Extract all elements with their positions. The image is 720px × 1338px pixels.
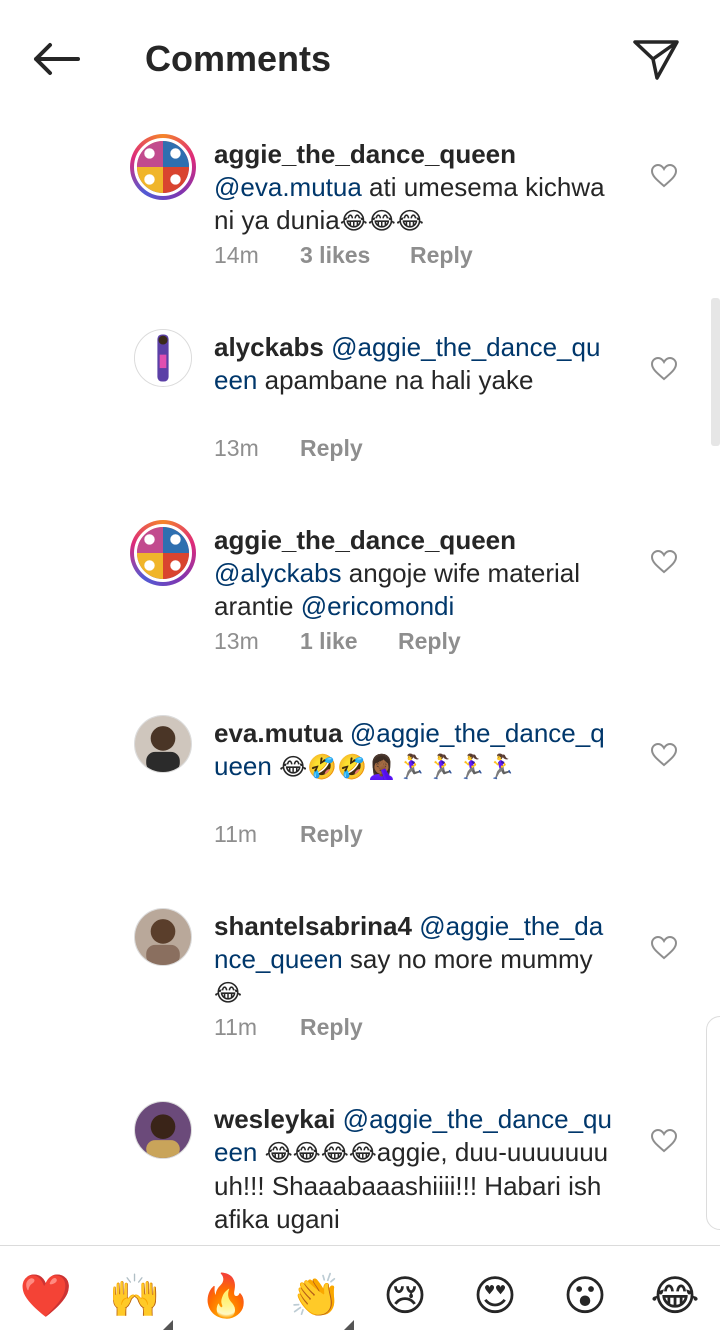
comment-item: aggie_the_dance_queen @alyckabs angoje w… xyxy=(0,514,720,707)
laughing-face-icon: 😂 xyxy=(650,1271,700,1320)
heart-icon xyxy=(651,936,677,960)
avatar[interactable] xyxy=(134,329,192,387)
heart-eyes-icon: 😍 xyxy=(473,1271,517,1320)
page-title: Comments xyxy=(145,38,332,79)
collage-avatar-image xyxy=(137,527,189,579)
comment-content: say no more mummy xyxy=(342,944,593,974)
heart-icon xyxy=(651,743,677,767)
comment-time: 11m xyxy=(214,821,258,847)
comments-list[interactable]: aggie_the_dance_queen @eva.mutua ati ume… xyxy=(0,118,720,1245)
variant-indicator xyxy=(163,1320,173,1330)
photo-avatar-image xyxy=(135,909,191,965)
comment-mention-secondary[interactable]: @ericomondi xyxy=(301,591,455,621)
comment-time: 11m xyxy=(214,1014,258,1040)
comment-content xyxy=(272,751,279,781)
variant-indicator xyxy=(344,1320,354,1330)
quick-reaction-bar: ❤️ 🙌 🔥 👏 😢 😍 😮 😂 xyxy=(0,1245,720,1338)
reply-button[interactable]: Reply xyxy=(410,242,473,269)
reply-button[interactable]: Reply xyxy=(398,628,461,655)
arrow-left-icon xyxy=(34,43,80,75)
comment-username[interactable]: alyckabs xyxy=(214,332,324,362)
heart-icon xyxy=(651,550,677,574)
comment-likes[interactable]: 1 like xyxy=(300,628,398,655)
comment-mention[interactable]: @eva.mutua xyxy=(214,172,362,202)
raised-hands-icon: 🙌 xyxy=(108,1271,162,1320)
reaction-crying-button[interactable]: 😢 xyxy=(375,1268,435,1324)
like-button[interactable] xyxy=(648,1125,680,1157)
heart-icon xyxy=(651,357,677,381)
comment-time: 13m xyxy=(214,435,259,461)
paper-plane-icon xyxy=(633,40,679,80)
reply-button[interactable]: Reply xyxy=(300,435,363,462)
comment-time: 14m xyxy=(214,242,259,268)
comment-username[interactable]: wesleykai xyxy=(214,1104,335,1134)
comment-likes[interactable]: 3 likes xyxy=(300,242,410,269)
reaction-raised-hands-button[interactable]: 🙌 xyxy=(105,1268,173,1330)
crying-face-icon: 😢 xyxy=(383,1271,427,1320)
heart-icon xyxy=(651,1129,677,1153)
comment-emojis: 😂😂😂😂 xyxy=(264,1139,377,1167)
like-button[interactable] xyxy=(648,546,680,578)
comment-item: shantelsabrina4 @aggie_the_dance_queen s… xyxy=(0,900,720,1093)
back-button[interactable] xyxy=(26,34,86,84)
photo-avatar-image xyxy=(135,716,191,772)
comment-text: wesleykai @aggie_the_dance_queen 😂😂😂😂agg… xyxy=(214,1103,614,1236)
reply-button[interactable]: Reply xyxy=(300,1014,363,1041)
comment-time: 13m xyxy=(214,628,259,654)
comment-meta: 14m 3 likes Reply xyxy=(214,242,473,269)
avatar[interactable] xyxy=(134,715,192,773)
comment-meta: 13m Reply xyxy=(214,435,363,462)
comment-item: aggie_the_dance_queen @eva.mutua ati ume… xyxy=(0,128,720,321)
comment-emojis: 😂 xyxy=(214,979,243,1007)
comment-item: eva.mutua @aggie_the_dance_queen 😂🤣🤣🤦🏾‍♀… xyxy=(0,707,720,900)
comment-content xyxy=(257,1137,264,1167)
top-bar: Comments xyxy=(0,0,720,118)
comment-content: apambane na hali yake xyxy=(257,365,534,395)
comment-text: aggie_the_dance_queen @eva.mutua ati ume… xyxy=(214,138,614,238)
reaction-fire-button[interactable]: 🔥 xyxy=(196,1268,256,1324)
comment-text: alyckabs @aggie_the_dance_queen apambane… xyxy=(214,331,614,397)
collage-avatar-image xyxy=(137,141,189,193)
comment-emojis: 😂😂😂 xyxy=(339,207,424,235)
comment-username[interactable]: aggie_the_dance_queen xyxy=(214,525,516,555)
comment-item: alyckabs @aggie_the_dance_queen apambane… xyxy=(0,321,720,514)
avatar[interactable] xyxy=(130,134,196,200)
surprised-face-icon: 😮 xyxy=(563,1271,607,1320)
reaction-heart-button[interactable]: ❤️ xyxy=(16,1268,76,1324)
comment-text: shantelsabrina4 @aggie_the_dance_queen s… xyxy=(214,910,614,1010)
comment-text: aggie_the_dance_queen @alyckabs angoje w… xyxy=(214,524,614,623)
comment-meta: 13m 1 like Reply xyxy=(214,628,461,655)
photo-avatar-image xyxy=(135,1102,191,1158)
reaction-clap-button[interactable]: 👏 xyxy=(286,1268,354,1330)
share-button[interactable] xyxy=(628,32,684,88)
avatar[interactable] xyxy=(134,908,192,966)
like-button[interactable] xyxy=(648,160,680,192)
comment-meta: 11m Reply xyxy=(214,821,363,848)
like-button[interactable] xyxy=(648,739,680,771)
reaction-heart-eyes-button[interactable]: 😍 xyxy=(465,1268,525,1324)
red-heart-icon: ❤️ xyxy=(19,1271,73,1320)
comment-username[interactable]: eva.mutua xyxy=(214,718,343,748)
heart-icon xyxy=(651,164,677,188)
comment-item: wesleykai @aggie_the_dance_queen 😂😂😂😂agg… xyxy=(0,1093,720,1245)
clapping-hands-icon: 👏 xyxy=(289,1271,343,1320)
reply-button[interactable]: Reply xyxy=(300,821,363,848)
scrollbar[interactable] xyxy=(711,298,720,446)
avatar[interactable] xyxy=(130,520,196,586)
avatar[interactable] xyxy=(134,1101,192,1159)
reaction-laugh-button[interactable]: 😂 xyxy=(645,1268,705,1324)
edge-panel-handle[interactable] xyxy=(706,1016,720,1230)
reaction-surprised-button[interactable]: 😮 xyxy=(555,1268,615,1324)
comment-username[interactable]: shantelsabrina4 xyxy=(214,911,412,941)
comment-text: eva.mutua @aggie_the_dance_queen 😂🤣🤣🤦🏾‍♀… xyxy=(214,717,614,784)
comment-meta: 11m Reply xyxy=(214,1014,363,1041)
like-button[interactable] xyxy=(648,353,680,385)
like-button[interactable] xyxy=(648,932,680,964)
comment-mention[interactable]: @alyckabs xyxy=(214,558,342,588)
comment-emojis: 😂🤣🤣🤦🏾‍♀️🏃‍♀️🏃‍♀️🏃‍♀️🏃‍♀️ xyxy=(279,753,517,781)
fire-icon: 🔥 xyxy=(199,1271,253,1320)
comment-username[interactable]: aggie_the_dance_queen xyxy=(214,139,516,169)
figure-avatar-image xyxy=(135,330,191,386)
